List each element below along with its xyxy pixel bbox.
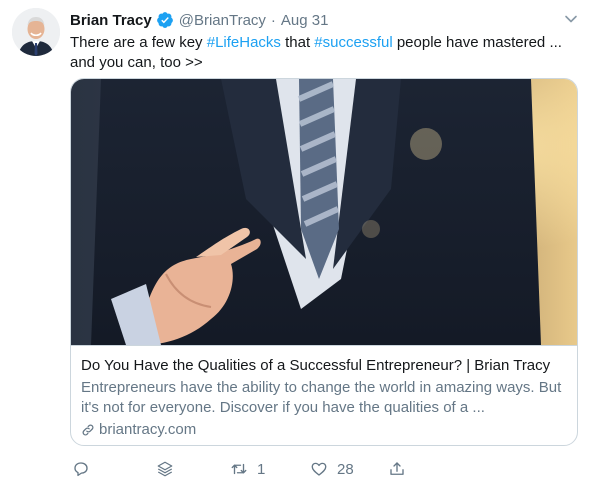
share-button[interactable]	[388, 460, 406, 478]
card-image[interactable]	[71, 79, 577, 345]
like-count: 28	[337, 460, 354, 478]
share-icon	[390, 462, 404, 475]
layers-icon	[157, 461, 173, 477]
reply-button[interactable]	[72, 460, 90, 478]
card-body[interactable]: Do You Have the Qualities of a Successfu…	[71, 345, 577, 440]
card-domain[interactable]: briantracy.com	[81, 420, 567, 440]
hashtag-link[interactable]: #LifeHacks	[207, 34, 281, 51]
chevron-down-icon[interactable]	[564, 12, 578, 26]
tweet-text-part: that	[280, 34, 315, 51]
link-card[interactable]: Do You Have the Qualities of a Successfu…	[70, 78, 578, 446]
layers-button[interactable]	[156, 460, 174, 478]
tweet-date[interactable]: Aug 31	[281, 12, 329, 29]
verified-badge-icon	[156, 11, 174, 29]
tweet-header: Brian Tracy @BrianTracy · Aug 31	[70, 10, 328, 30]
retweet-button[interactable]: 1	[230, 460, 265, 478]
tweet-text-part: There are a few key	[70, 34, 207, 51]
link-icon	[81, 423, 95, 437]
card-title[interactable]: Do You Have the Qualities of a Successfu…	[81, 356, 567, 376]
heart-icon	[311, 462, 327, 476]
card-domain-text[interactable]: briantracy.com	[99, 420, 196, 440]
author-handle[interactable]: @BrianTracy	[179, 12, 266, 29]
reply-icon	[74, 462, 88, 477]
author-name[interactable]: Brian Tracy	[70, 12, 152, 29]
separator-dot: ·	[270, 11, 276, 29]
retweet-count: 1	[257, 460, 266, 478]
like-button[interactable]: 28	[310, 460, 354, 478]
tweet-text: There are a few key #LifeHacks that #suc…	[70, 33, 580, 73]
hashtag-link[interactable]: #successful	[314, 34, 392, 51]
retweet-icon	[231, 463, 247, 475]
avatar[interactable]	[12, 8, 60, 56]
card-description: Entrepreneurs have the ability to change…	[81, 379, 562, 416]
tweet-actions: 1 28	[70, 460, 410, 482]
